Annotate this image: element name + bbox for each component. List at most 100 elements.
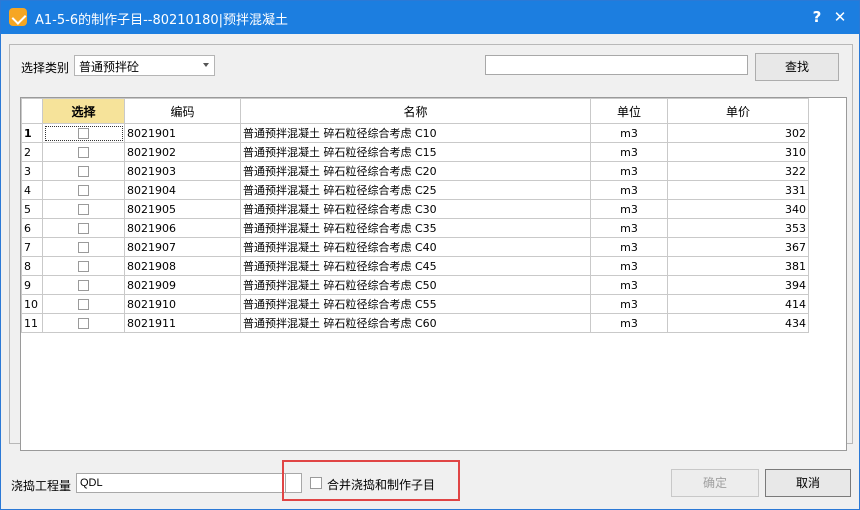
row-number: 6 (21, 218, 43, 238)
row-code: 8021911 (124, 313, 241, 333)
row-checkbox[interactable] (78, 185, 89, 196)
row-number: 1 (21, 123, 43, 143)
row-name: 普通预拌混凝土 碎石粒径综合考虑 C30 (240, 199, 591, 219)
row-price: 302 (667, 123, 809, 143)
row-price: 381 (667, 256, 809, 276)
row-name: 普通预拌混凝土 碎石粒径综合考虑 C35 (240, 218, 591, 238)
row-name: 普通预拌混凝土 碎石粒径综合考虑 C50 (240, 275, 591, 295)
row-checkbox[interactable] (78, 223, 89, 234)
close-button[interactable]: ✕ (829, 7, 851, 27)
column-header-name[interactable]: 名称 (240, 98, 591, 124)
row-checkbox[interactable] (78, 299, 89, 310)
row-price: 310 (667, 142, 809, 162)
row-select-cell[interactable] (42, 161, 125, 181)
row-price: 331 (667, 180, 809, 200)
row-select-cell[interactable] (42, 237, 125, 257)
title-bar: A1-5-6的制作子目--80210180|预拌混凝土 ? ✕ (1, 1, 859, 34)
row-number: 4 (21, 180, 43, 200)
search-input[interactable] (485, 55, 748, 75)
row-number: 5 (21, 199, 43, 219)
window-title: A1-5-6的制作子目--80210180|预拌混凝土 (35, 13, 289, 28)
row-number: 3 (21, 161, 43, 181)
category-select[interactable]: 普通预拌砼 (74, 55, 215, 76)
table-row[interactable]: 8 8021908 普通预拌混凝土 碎石粒径综合考虑 C45 m3 381 (21, 256, 809, 276)
row-select-cell[interactable] (42, 199, 125, 219)
table-row[interactable]: 7 8021907 普通预拌混凝土 碎石粒径综合考虑 C40 m3 367 (21, 237, 809, 257)
row-number: 11 (21, 313, 43, 333)
row-code: 8021910 (124, 294, 241, 314)
row-code: 8021901 (124, 123, 241, 143)
row-price: 340 (667, 199, 809, 219)
row-unit: m3 (590, 218, 668, 238)
table-row[interactable]: 3 8021903 普通预拌混凝土 碎石粒径综合考虑 C20 m3 322 (21, 161, 809, 181)
table-row[interactable]: 11 8021911 普通预拌混凝土 碎石粒径综合考虑 C60 m3 434 (21, 313, 809, 333)
row-code: 8021904 (124, 180, 241, 200)
row-checkbox[interactable] (78, 128, 89, 139)
row-price: 322 (667, 161, 809, 181)
row-checkbox[interactable] (78, 147, 89, 158)
quantity-input[interactable] (76, 473, 301, 493)
row-price: 414 (667, 294, 809, 314)
help-button[interactable]: ? (806, 7, 828, 27)
dialog-window: A1-5-6的制作子目--80210180|预拌混凝土 ? ✕ 选择类别 普通预… (0, 0, 860, 510)
row-select-cell[interactable] (42, 313, 125, 333)
material-grid: 选择 编码 名称 单位 单价 1 8021901 普通预拌混凝土 碎石粒径综合考虑 … (20, 97, 847, 451)
merge-checkbox[interactable] (310, 477, 322, 489)
row-unit: m3 (590, 256, 668, 276)
row-unit: m3 (590, 294, 668, 314)
column-header-code[interactable]: 编码 (124, 98, 241, 124)
row-checkbox[interactable] (78, 261, 89, 272)
row-price: 434 (667, 313, 809, 333)
row-select-cell[interactable] (42, 142, 125, 162)
row-name: 普通预拌混凝土 碎石粒径综合考虑 C25 (240, 180, 591, 200)
table-row[interactable]: 5 8021905 普通预拌混凝土 碎石粒径综合考虑 C30 m3 340 (21, 199, 809, 219)
row-select-cell[interactable] (42, 294, 125, 314)
merge-label: 合并浇捣和制作子目 (327, 478, 436, 492)
row-checkbox[interactable] (78, 242, 89, 253)
row-price: 367 (667, 237, 809, 257)
row-checkbox[interactable] (78, 280, 89, 291)
table-row[interactable]: 9 8021909 普通预拌混凝土 碎石粒径综合考虑 C50 m3 394 (21, 275, 809, 295)
row-checkbox[interactable] (78, 318, 89, 329)
row-unit: m3 (590, 199, 668, 219)
row-code: 8021902 (124, 142, 241, 162)
category-select-value: 普通预拌砼 (79, 60, 140, 74)
cancel-button[interactable]: 取消 (765, 469, 851, 497)
table-row[interactable]: 10 8021910 普通预拌混凝土 碎石粒径综合考虑 C55 m3 414 (21, 294, 809, 314)
ok-button[interactable]: 确定 (671, 469, 759, 497)
row-select-cell[interactable] (42, 218, 125, 238)
row-code: 8021908 (124, 256, 241, 276)
row-select-cell[interactable] (42, 180, 125, 200)
row-code: 8021906 (124, 218, 241, 238)
row-number: 10 (21, 294, 43, 314)
column-header-price[interactable]: 单价 (667, 98, 809, 124)
app-icon (9, 8, 27, 26)
column-header-unit[interactable]: 单位 (590, 98, 668, 124)
material-table: 选择 编码 名称 单位 单价 1 8021901 普通预拌混凝土 碎石粒径综合考虑 … (21, 98, 809, 333)
row-unit: m3 (590, 180, 668, 200)
row-checkbox[interactable] (78, 204, 89, 215)
row-select-cell[interactable] (42, 123, 125, 143)
row-code: 8021907 (124, 237, 241, 257)
row-name: 普通预拌混凝土 碎石粒径综合考虑 C20 (240, 161, 591, 181)
row-price: 353 (667, 218, 809, 238)
table-header-row: 选择 编码 名称 单位 单价 (21, 98, 809, 124)
row-name: 普通预拌混凝土 碎石粒径综合考虑 C40 (240, 237, 591, 257)
table-row[interactable]: 2 8021902 普通预拌混凝土 碎石粒径综合考虑 C15 m3 310 (21, 142, 809, 162)
column-header-select[interactable]: 选择 (42, 98, 125, 124)
table-row[interactable]: 1 8021901 普通预拌混凝土 碎石粒径综合考虑 C10 m3 302 (21, 123, 809, 143)
row-unit: m3 (590, 123, 668, 143)
search-button[interactable]: 查找 (755, 53, 839, 81)
row-name: 普通预拌混凝土 碎石粒径综合考虑 C15 (240, 142, 591, 162)
table-row[interactable]: 4 8021904 普通预拌混凝土 碎石粒径综合考虑 C25 m3 331 (21, 180, 809, 200)
row-number: 8 (21, 256, 43, 276)
row-checkbox[interactable] (78, 166, 89, 177)
row-select-cell[interactable] (42, 256, 125, 276)
column-header-rownum (21, 98, 43, 124)
row-unit: m3 (590, 237, 668, 257)
row-number: 7 (21, 237, 43, 257)
quantity-label: 浇捣工程量 (11, 479, 72, 493)
row-unit: m3 (590, 161, 668, 181)
row-select-cell[interactable] (42, 275, 125, 295)
table-row[interactable]: 6 8021906 普通预拌混凝土 碎石粒径综合考虑 C35 m3 353 (21, 218, 809, 238)
